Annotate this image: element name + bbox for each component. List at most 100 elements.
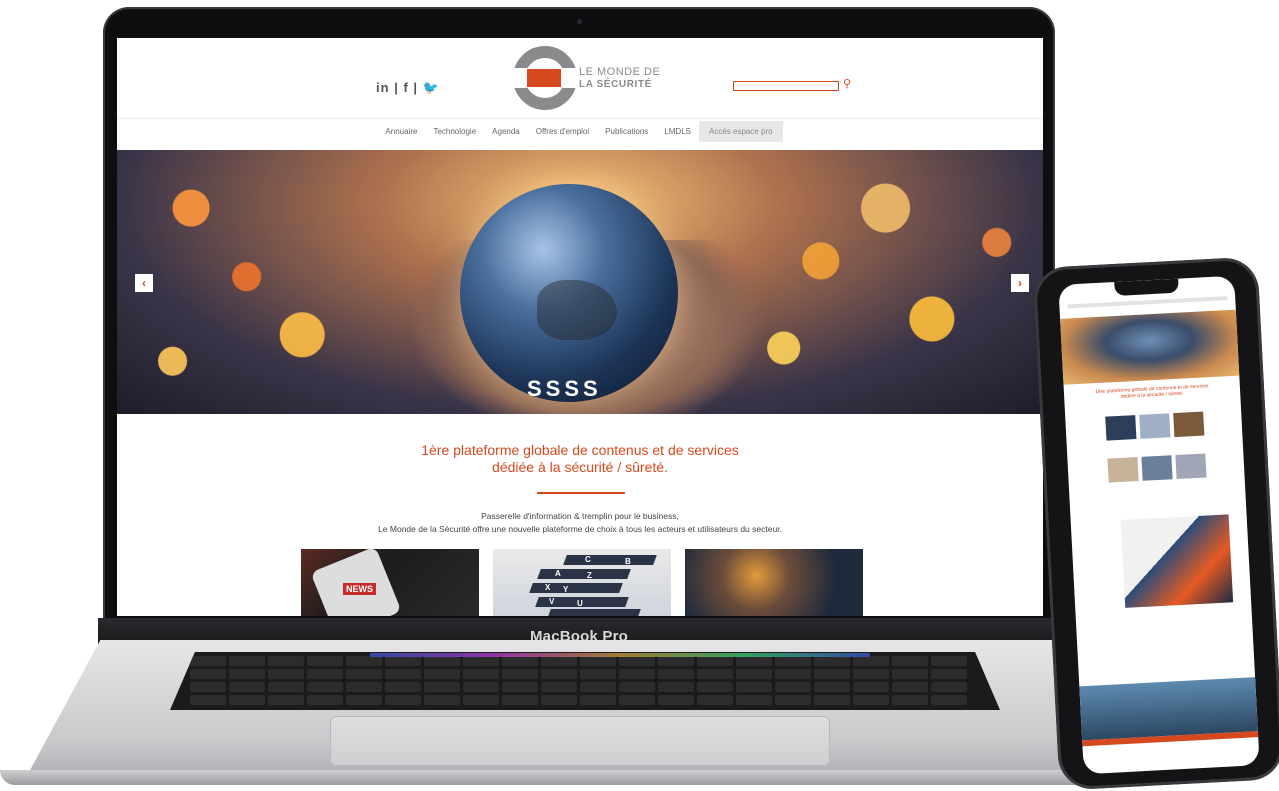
logo-text-line1: LE MONDE DE: [579, 66, 661, 78]
facebook-icon[interactable]: f: [403, 80, 408, 95]
keyboard-key: [424, 656, 460, 666]
keyboard-key: [931, 656, 967, 666]
site-header: in | f | 🐦 LE MONDE DE LA SÉCURITÉ ⚲: [117, 38, 1043, 116]
phone-notch: [1114, 278, 1179, 296]
intro-text: Passerelle d'information & tremplin pour…: [117, 510, 1043, 536]
keyboard-key: [775, 682, 811, 692]
thumbnail-technology[interactable]: [685, 549, 863, 616]
nav-item-technologie[interactable]: Technologie: [425, 123, 484, 140]
phone-site-nav: [1067, 296, 1228, 309]
directory-tab: [547, 609, 641, 616]
keyboard-key: [619, 656, 655, 666]
keyboard-key: [736, 656, 772, 666]
keyboard-key: [853, 669, 889, 679]
nav-item-offres-emploi[interactable]: Offres d'emploi: [528, 123, 597, 140]
phone-footer: [1079, 677, 1258, 741]
keyboard-key: [502, 669, 538, 679]
nav-item-agenda[interactable]: Agenda: [484, 123, 528, 140]
keyboard-key: [268, 682, 304, 692]
keyboard-key: [892, 695, 928, 705]
keyboard-key: [580, 682, 616, 692]
keyboard-key: [697, 656, 733, 666]
nav-item-lmdls[interactable]: LMDLS: [656, 123, 699, 140]
keyboard-key: [463, 669, 499, 679]
keyboard-key: [190, 669, 226, 679]
keyboard-key: [346, 669, 382, 679]
keyboard-key: [385, 656, 421, 666]
keyboard-key: [268, 656, 304, 666]
keyboard-key: [775, 695, 811, 705]
tab-letter: A: [555, 569, 561, 578]
headline-line1: 1ère plateforme globale de contenus et d…: [421, 442, 739, 458]
twitter-icon[interactable]: 🐦: [423, 80, 440, 95]
tab-letter: B: [625, 557, 631, 566]
carousel-prev-button[interactable]: ‹: [135, 274, 153, 292]
keyboard-key: [463, 656, 499, 666]
phone-thumb: [1105, 415, 1137, 441]
social-separator: |: [394, 80, 399, 95]
laptop-camera: [577, 19, 582, 24]
linkedin-icon[interactable]: in: [376, 80, 390, 95]
keyboard-key: [307, 669, 343, 679]
phone-headline: 1ère plateforme globale de contenus et d…: [1064, 382, 1240, 403]
hero-brand-mark: SSSS: [527, 376, 602, 401]
tab-letter: Y: [563, 585, 569, 594]
social-links: in | f | 🐦: [376, 80, 440, 96]
keyboard-key: [346, 695, 382, 705]
keyboard-key: [580, 656, 616, 666]
intro-line1: Passerelle d'information & tremplin pour…: [481, 511, 679, 521]
search-input[interactable]: [733, 81, 839, 91]
keyboard-key: [385, 669, 421, 679]
keyboard-key: [502, 656, 538, 666]
keyboard-key: [424, 695, 460, 705]
keyboard-key: [658, 656, 694, 666]
keyboard-key: [541, 669, 577, 679]
keyboard-key: [346, 656, 382, 666]
intro-line2: Le Monde de la Sécurité offre une nouvel…: [378, 524, 782, 534]
phone-thumb: [1107, 457, 1139, 483]
keyboard-key: [853, 656, 889, 666]
phone-thumb: [1141, 455, 1173, 481]
keyboard-key: [931, 669, 967, 679]
keyboard-key: [892, 656, 928, 666]
thumbnail-news[interactable]: NEWS: [301, 549, 479, 616]
keyboard-key: [346, 682, 382, 692]
hero-carousel: SSSS ‹ ›: [117, 150, 1043, 414]
keyboard-key: [190, 682, 226, 692]
nav-item-annuaire[interactable]: Annuaire: [377, 123, 425, 140]
laptop-deck-edge: [0, 770, 1160, 785]
carousel-next-button[interactable]: ›: [1011, 274, 1029, 292]
news-tag: NEWS: [343, 583, 376, 595]
keyboard-key: [580, 695, 616, 705]
directory-tab: [563, 555, 657, 565]
nav-item-publications[interactable]: Publications: [597, 123, 656, 140]
keyboard-key: [853, 682, 889, 692]
keyboard-key: [814, 669, 850, 679]
keyboard-key: [463, 682, 499, 692]
keyboard-key: [463, 695, 499, 705]
tab-letter: X: [545, 583, 551, 592]
keyboard-key: [892, 682, 928, 692]
social-separator: |: [413, 80, 419, 95]
keyboard-key: [619, 695, 655, 705]
keyboard-key: [268, 669, 304, 679]
search-icon[interactable]: ⚲: [843, 77, 851, 90]
pro-access-button[interactable]: Accès espace pro: [698, 120, 783, 142]
keyboard-key: [424, 682, 460, 692]
laptop-keyboard: [170, 652, 1000, 710]
phone-thumb: [1139, 413, 1171, 439]
keyboard-key: [697, 682, 733, 692]
site-logo[interactable]: [509, 46, 581, 110]
keyboard-key: [892, 669, 928, 679]
keyboard-key: [307, 656, 343, 666]
phone-screen: 1ère plateforme globale de contenus et d…: [1058, 275, 1260, 775]
keyboard-key: [385, 682, 421, 692]
thumbnail-directory[interactable]: C B A Z X Y V U: [493, 549, 671, 616]
headline: 1ère plateforme globale de contenus et d…: [117, 442, 1043, 476]
keyboard-key: [229, 669, 265, 679]
keyboard-key: [580, 669, 616, 679]
keyboard-key: [736, 695, 772, 705]
headline-line2: dédiée à la sécurité / sûreté.: [492, 459, 668, 475]
keyboard-key: [502, 695, 538, 705]
directory-tab: [529, 583, 623, 593]
